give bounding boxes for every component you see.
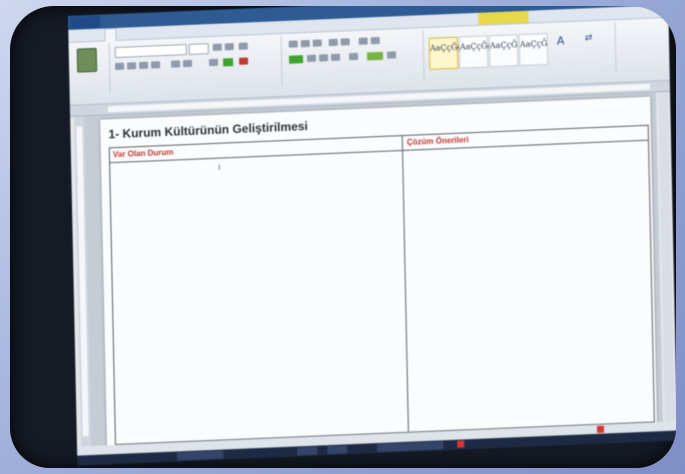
font-group	[110, 36, 283, 94]
font-name-box[interactable]	[114, 44, 187, 59]
shrink-font-icon[interactable]	[224, 43, 234, 51]
change-styles-icon[interactable]: A	[557, 34, 565, 47]
style-normal[interactable]: AaÇçĞğ	[428, 36, 463, 70]
decrease-indent-icon[interactable]	[328, 38, 338, 47]
paste-icon[interactable]	[76, 47, 98, 73]
monitor-bezel: AaÇçĞğ AaÇçĞğ AaÇçĞ AaÇçĞ A ⇄ 1- Kurum K…	[10, 6, 676, 468]
style-normal-sample: AaÇçĞğ	[429, 42, 463, 53]
line-spacing-icon[interactable]	[348, 52, 359, 61]
font-color-icon[interactable]	[238, 57, 249, 65]
grow-font-icon[interactable]	[212, 43, 222, 51]
style-no-spacing-sample: AaÇçĞğ	[459, 41, 493, 52]
document-area: 1- Kurum Kültürünün Geliştirilmesi Var O…	[84, 92, 663, 450]
multilevel-list-icon[interactable]	[312, 39, 322, 47]
underline-icon[interactable]	[139, 61, 149, 70]
show-marks-icon[interactable]	[370, 36, 380, 45]
table-column-divider	[401, 136, 409, 432]
shading-icon[interactable]	[366, 51, 384, 61]
bold-icon[interactable]	[115, 62, 125, 71]
style-heading-2-sample: AaÇçĞ	[519, 38, 548, 50]
style-heading-2[interactable]: AaÇçĞ	[518, 32, 549, 67]
document-page[interactable]: 1- Kurum Kültürünün Geliştirilmesi Var O…	[100, 96, 657, 450]
align-center-icon[interactable]	[306, 54, 317, 62]
taskbar-icon-2[interactable]	[297, 446, 318, 456]
tab-context-tools[interactable]	[478, 10, 529, 25]
document-heading: 1- Kurum Kültürünün Geliştirilmesi	[108, 118, 308, 142]
style-no-spacing[interactable]: AaÇçĞğ	[458, 35, 493, 69]
change-case-icon[interactable]	[238, 42, 248, 50]
find-replace-icon[interactable]: ⇄	[585, 33, 593, 43]
sort-icon[interactable]	[358, 37, 368, 45]
strikethrough-icon[interactable]	[151, 61, 161, 69]
paragraph-group	[282, 30, 425, 86]
style-no-spacing-label	[460, 64, 487, 65]
column-header-solutions: Çözüm Önerileri	[406, 135, 469, 147]
style-normal-label	[430, 66, 457, 67]
word-window: AaÇçĞğ AaÇçĞğ AaÇçĞ AaÇçĞ A ⇄ 1- Kurum K…	[68, 6, 676, 466]
style-heading-1[interactable]: AaÇçĞ	[488, 34, 519, 68]
numbering-icon[interactable]	[300, 39, 310, 48]
file-tab[interactable]	[70, 15, 101, 29]
tab-home[interactable]	[104, 27, 117, 42]
superscript-icon[interactable]	[183, 59, 193, 68]
text-cursor-icon: I	[218, 163, 221, 172]
borders-icon[interactable]	[386, 51, 397, 59]
font-size-box[interactable]	[188, 43, 209, 55]
style-heading-1-label	[490, 63, 517, 64]
taskbar-icon-3[interactable]	[327, 445, 348, 455]
column-header-current-state: Var Olan Durum	[112, 147, 174, 160]
align-right-icon[interactable]	[318, 54, 329, 62]
table-header-line	[110, 139, 648, 164]
align-left-icon[interactable]	[288, 55, 304, 64]
increase-indent-icon[interactable]	[340, 38, 350, 46]
style-heading-2-label	[520, 62, 547, 63]
document-table: Var Olan Durum Çözüm Önerileri I	[108, 124, 655, 446]
highlight-color-icon[interactable]	[222, 58, 234, 67]
bullets-icon[interactable]	[288, 40, 298, 48]
text-effects-icon[interactable]	[208, 58, 219, 67]
italic-icon[interactable]	[127, 62, 137, 70]
styles-group: AaÇçĞğ AaÇçĞğ AaÇçĞ AaÇçĞ A ⇄	[424, 22, 617, 81]
clipboard-group	[68, 43, 111, 95]
subscript-icon[interactable]	[171, 60, 181, 68]
justify-icon[interactable]	[330, 53, 341, 61]
zoom-indicator-icon[interactable]	[596, 425, 605, 433]
style-heading-1-sample: AaÇçĞ	[489, 40, 518, 51]
taskbar-item-1[interactable]	[177, 450, 224, 461]
taskbar-item-word[interactable]	[377, 441, 444, 453]
taskbar-red-icon[interactable]	[457, 440, 465, 448]
